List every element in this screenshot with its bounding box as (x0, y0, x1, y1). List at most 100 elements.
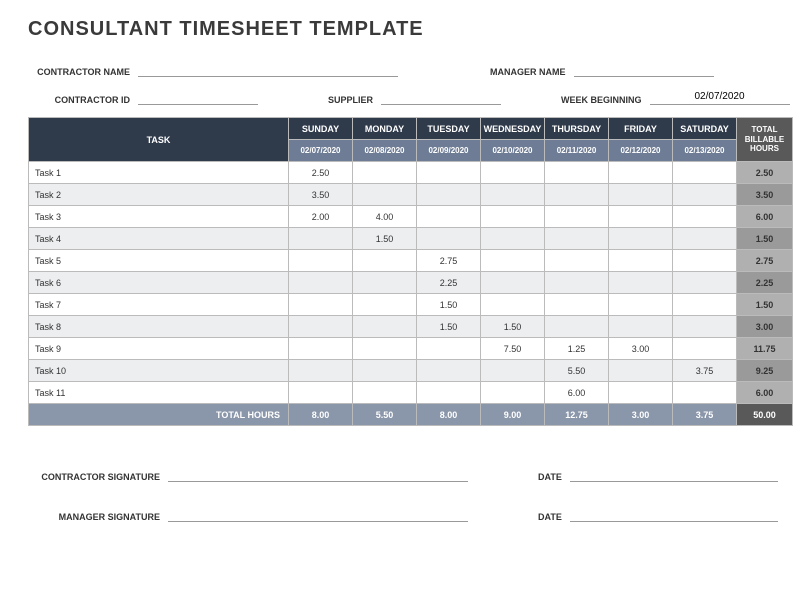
hours-cell[interactable] (481, 162, 545, 184)
hours-cell[interactable]: 2.00 (289, 206, 353, 228)
hours-cell[interactable] (609, 228, 673, 250)
hours-cell[interactable] (673, 338, 737, 360)
hours-cell[interactable] (609, 272, 673, 294)
hours-cell[interactable] (481, 294, 545, 316)
hours-cell[interactable] (289, 360, 353, 382)
hours-cell[interactable]: 2.25 (417, 272, 481, 294)
hours-cell[interactable] (353, 250, 417, 272)
hours-cell[interactable]: 3.75 (673, 360, 737, 382)
manager-name-input[interactable] (574, 61, 714, 77)
hours-cell[interactable] (353, 382, 417, 404)
hours-cell[interactable] (609, 316, 673, 338)
hours-cell[interactable] (545, 294, 609, 316)
contractor-id-input[interactable] (138, 89, 258, 105)
hours-cell[interactable]: 2.75 (417, 250, 481, 272)
hours-cell[interactable]: 1.50 (353, 228, 417, 250)
hours-cell[interactable]: 4.00 (353, 206, 417, 228)
hours-cell[interactable] (609, 184, 673, 206)
hours-cell[interactable]: 6.00 (545, 382, 609, 404)
week-beginning-input[interactable] (650, 89, 790, 105)
hours-cell[interactable] (417, 228, 481, 250)
hours-cell[interactable] (353, 272, 417, 294)
hours-cell[interactable] (481, 206, 545, 228)
hours-cell[interactable] (481, 228, 545, 250)
hours-cell[interactable]: 2.50 (289, 162, 353, 184)
task-cell[interactable]: Task 7 (29, 294, 289, 316)
row-total: 9.25 (737, 360, 793, 382)
hours-cell[interactable] (673, 250, 737, 272)
hours-cell[interactable] (353, 184, 417, 206)
hours-cell[interactable] (673, 206, 737, 228)
contractor-name-input[interactable] (138, 61, 398, 77)
hours-cell[interactable]: 1.25 (545, 338, 609, 360)
hours-cell[interactable] (289, 294, 353, 316)
hours-cell[interactable] (481, 272, 545, 294)
manager-signature-line[interactable] (168, 506, 468, 522)
hours-cell[interactable] (609, 360, 673, 382)
hours-cell[interactable] (481, 382, 545, 404)
hours-cell[interactable] (609, 162, 673, 184)
task-cell[interactable]: Task 3 (29, 206, 289, 228)
task-cell[interactable]: Task 8 (29, 316, 289, 338)
hours-cell[interactable] (609, 382, 673, 404)
hours-cell[interactable] (417, 382, 481, 404)
hours-cell[interactable] (673, 272, 737, 294)
hours-cell[interactable] (289, 316, 353, 338)
hours-cell[interactable] (289, 272, 353, 294)
task-cell[interactable]: Task 10 (29, 360, 289, 382)
hours-cell[interactable] (353, 162, 417, 184)
hours-cell[interactable] (673, 294, 737, 316)
hours-cell[interactable] (609, 206, 673, 228)
hours-cell[interactable] (673, 228, 737, 250)
hours-cell[interactable] (673, 162, 737, 184)
hours-cell[interactable] (353, 360, 417, 382)
hours-cell[interactable]: 1.50 (481, 316, 545, 338)
hours-cell[interactable] (545, 228, 609, 250)
hours-cell[interactable] (481, 360, 545, 382)
timesheet-table: TASK SUNDAY MONDAY TUESDAY WEDNESDAY THU… (28, 117, 793, 426)
hours-cell[interactable] (545, 250, 609, 272)
hours-cell[interactable] (417, 162, 481, 184)
hours-cell[interactable] (353, 316, 417, 338)
manager-date-line[interactable] (570, 506, 778, 522)
hours-cell[interactable]: 1.50 (417, 294, 481, 316)
task-cell[interactable]: Task 4 (29, 228, 289, 250)
task-cell[interactable]: Task 9 (29, 338, 289, 360)
hours-cell[interactable]: 5.50 (545, 360, 609, 382)
hours-cell[interactable] (545, 316, 609, 338)
date-label: DATE (468, 472, 570, 482)
task-cell[interactable]: Task 11 (29, 382, 289, 404)
task-cell[interactable]: Task 6 (29, 272, 289, 294)
hours-cell[interactable] (673, 184, 737, 206)
hours-cell[interactable] (673, 316, 737, 338)
hours-cell[interactable]: 7.50 (481, 338, 545, 360)
hours-cell[interactable] (417, 184, 481, 206)
supplier-input[interactable] (381, 89, 501, 105)
hours-cell[interactable] (673, 382, 737, 404)
contractor-signature-line[interactable] (168, 466, 468, 482)
hours-cell[interactable] (545, 184, 609, 206)
hours-cell[interactable]: 3.00 (609, 338, 673, 360)
hours-cell[interactable] (417, 206, 481, 228)
hours-cell[interactable] (289, 338, 353, 360)
hours-cell[interactable] (289, 228, 353, 250)
hours-cell[interactable] (353, 294, 417, 316)
hours-cell[interactable] (417, 338, 481, 360)
task-cell[interactable]: Task 1 (29, 162, 289, 184)
hours-cell[interactable] (289, 250, 353, 272)
hours-cell[interactable] (289, 382, 353, 404)
hours-cell[interactable] (353, 338, 417, 360)
hours-cell[interactable] (481, 250, 545, 272)
hours-cell[interactable] (609, 250, 673, 272)
hours-cell[interactable] (545, 206, 609, 228)
hours-cell[interactable] (545, 272, 609, 294)
contractor-date-line[interactable] (570, 466, 778, 482)
hours-cell[interactable] (417, 360, 481, 382)
task-cell[interactable]: Task 5 (29, 250, 289, 272)
hours-cell[interactable]: 1.50 (417, 316, 481, 338)
hours-cell[interactable]: 3.50 (289, 184, 353, 206)
hours-cell[interactable] (481, 184, 545, 206)
hours-cell[interactable] (545, 162, 609, 184)
hours-cell[interactable] (609, 294, 673, 316)
task-cell[interactable]: Task 2 (29, 184, 289, 206)
